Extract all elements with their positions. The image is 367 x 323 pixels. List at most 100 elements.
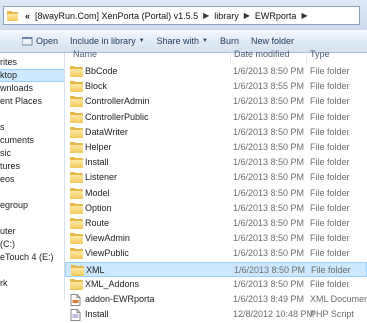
folder-icon	[70, 202, 83, 214]
file-row[interactable]: DataWriter 1/6/2013 8:50 PM File folder	[65, 125, 367, 140]
file-name: Helper	[85, 142, 112, 152]
file-date-modified: 1/6/2013 8:50 PM	[233, 172, 305, 183]
file-name: Install	[85, 157, 109, 168]
file-date-modified: 1/6/2013 8:50 PM	[233, 218, 305, 228]
open-button[interactable]: Open	[0, 30, 66, 52]
php-file-icon	[70, 309, 83, 322]
file-type: File folder	[310, 248, 350, 259]
file-date-modified: 1/6/2013 8:50 PM	[233, 96, 305, 107]
nav-item-desktop[interactable]: ktop	[0, 69, 64, 82]
file-row[interactable]: Install 12/8/2012 10:48 PM PHP Script	[65, 307, 367, 322]
file-row[interactable]: Install 1/6/2013 8:50 PM File folder	[65, 155, 367, 170]
file-type: File folder	[310, 233, 350, 244]
file-name: ControllerAdmin	[85, 96, 150, 107]
file-date-modified: 1/6/2013 8:50 PM	[233, 202, 305, 213]
file-name: Install	[85, 309, 109, 320]
file-type: File folder	[310, 278, 350, 289]
nav-item-drive-e[interactable]: eTouch 4 (E:)	[0, 251, 64, 264]
file-row[interactable]: XML_Addons 1/6/2013 8:50 PM File folder	[65, 277, 367, 292]
file-date-modified: 1/6/2013 8:50 PM	[233, 126, 305, 137]
breadcrumb-root[interactable]: [8wayRun.Com] XenPorta (Portal) v1.5.5	[33, 11, 200, 21]
nav-item-recent-places[interactable]: ent Places	[0, 95, 64, 108]
nav-item-pictures[interactable]: tures	[0, 160, 64, 173]
file-row[interactable]: Model 1/6/2013 8:50 PM File folder	[65, 186, 367, 201]
folder-icon	[70, 278, 83, 290]
file-row[interactable]: ControllerPublic 1/6/2013 8:50 PM File fol…	[65, 110, 367, 125]
file-type: File folder	[310, 157, 350, 168]
file-name: XML_Addons	[85, 278, 140, 289]
chevron-down-icon: ▼	[202, 38, 208, 44]
folder-icon	[70, 157, 83, 169]
file-type: File folder	[310, 202, 350, 213]
file-date-modified: 1/6/2013 8:55 PM	[233, 81, 305, 92]
folder-icon	[70, 111, 83, 123]
file-row[interactable]: ViewPublic 1/6/2013 8:50 PM File folder	[65, 246, 367, 261]
file-name: Route	[85, 218, 110, 228]
file-type: File folder	[310, 187, 350, 198]
file-row[interactable]: ControllerAdmin 1/6/2013 8:50 PM File fold…	[65, 94, 367, 109]
address-bar[interactable]: « [8wayRun.Com] XenPorta (Portal) v1.5.5…	[3, 6, 360, 25]
file-row[interactable]: Block 1/6/2013 8:55 PM File folder	[65, 79, 367, 94]
file-name: ViewAdmin	[85, 233, 130, 244]
file-type: File folder	[310, 111, 350, 122]
nav-item-favorites[interactable]: rites	[0, 56, 64, 69]
nav-item-documents[interactable]: cuments	[0, 134, 64, 147]
file-row[interactable]: ViewAdmin 1/6/2013 8:50 PM File folder	[65, 231, 367, 246]
chevron-down-icon: ▼	[138, 38, 145, 44]
nav-item-libraries[interactable]: s	[0, 121, 64, 134]
nav-item-network[interactable]: rk	[0, 277, 64, 290]
file-date-modified: 12/8/2012 10:48 PM	[233, 309, 315, 320]
column-date-header[interactable]: Date modified	[234, 49, 290, 59]
column-headers: Name Date modified Type	[65, 45, 367, 63]
file-date-modified: 1/6/2013 8:49 PM	[233, 294, 305, 304]
nav-item-downloads[interactable]: wnloads	[0, 82, 64, 95]
folder-icon	[70, 66, 83, 77]
file-type: File folder	[310, 96, 350, 107]
breadcrumb-ewrporta[interactable]: EWRporta	[253, 11, 299, 21]
file-name: Option	[85, 202, 112, 213]
overflow-chevron[interactable]: «	[23, 11, 33, 21]
file-row[interactable]: BbCode 1/6/2013 8:50 PM File folder	[65, 64, 367, 79]
nav-item-videos[interactable]: eos	[0, 173, 64, 186]
file-name: ViewPublic	[85, 248, 129, 259]
file-row[interactable]: Option 1/6/2013 8:50 PM File folder	[65, 201, 367, 216]
column-name-header[interactable]: Name	[73, 49, 97, 59]
column-divider[interactable]	[306, 45, 307, 63]
breadcrumb-separator[interactable]: ▶	[298, 11, 310, 20]
file-row[interactable]: Route 1/6/2013 8:50 PM File folder	[65, 216, 367, 231]
file-row[interactable]: Listener 1/6/2013 8:50 PM File folder	[65, 170, 367, 185]
file-name: Listener	[85, 172, 118, 183]
file-list: BbCode 1/6/2013 8:50 PM File folder Block 1/…	[65, 64, 367, 322]
file-type: File folder	[310, 126, 350, 137]
breadcrumb-separator[interactable]: ▶	[241, 11, 253, 20]
breadcrumb-library[interactable]: library	[212, 11, 241, 21]
file-type: File folder	[310, 172, 350, 183]
folder-icon	[70, 187, 83, 199]
file-date-modified: 1/6/2013 8:50 PM	[234, 264, 306, 275]
file-row[interactable]: XML 1/6/2013 8:50 PM File folder	[65, 261, 367, 277]
file-type: File folder	[310, 81, 350, 92]
file-type: File folder	[311, 264, 351, 275]
nav-item-homegroup[interactable]: egroup	[0, 199, 64, 212]
column-type-header[interactable]: Type	[310, 49, 330, 59]
folder-icon	[7, 10, 19, 21]
file-date-modified: 1/6/2013 8:50 PM	[233, 111, 305, 122]
file-row[interactable]: Helper 1/6/2013 8:50 PM File folder	[65, 140, 367, 155]
folder-icon	[70, 172, 83, 184]
nav-item-music[interactable]: sic	[0, 147, 64, 160]
open-label: Open	[36, 36, 59, 46]
nav-item-computer[interactable]: uter	[0, 225, 64, 238]
folder-icon	[70, 81, 83, 93]
file-date-modified: 1/6/2013 8:50 PM	[233, 66, 305, 76]
file-name: ControllerPublic	[85, 111, 149, 122]
navigation-pane: rites ktop wnloads ent Places s cuments …	[0, 53, 65, 300]
file-date-modified: 1/6/2013 8:50 PM	[233, 142, 305, 152]
file-name: DataWriter	[85, 126, 128, 137]
file-date-modified: 1/6/2013 8:50 PM	[233, 157, 305, 168]
column-divider[interactable]	[230, 45, 231, 63]
nav-item-drive-c[interactable]: (C:)	[0, 238, 64, 251]
file-name: Model	[85, 187, 110, 198]
breadcrumb-separator[interactable]: ▶	[200, 11, 212, 20]
folder-icon	[70, 96, 83, 108]
file-date-modified: 1/6/2013 8:50 PM	[233, 233, 305, 244]
